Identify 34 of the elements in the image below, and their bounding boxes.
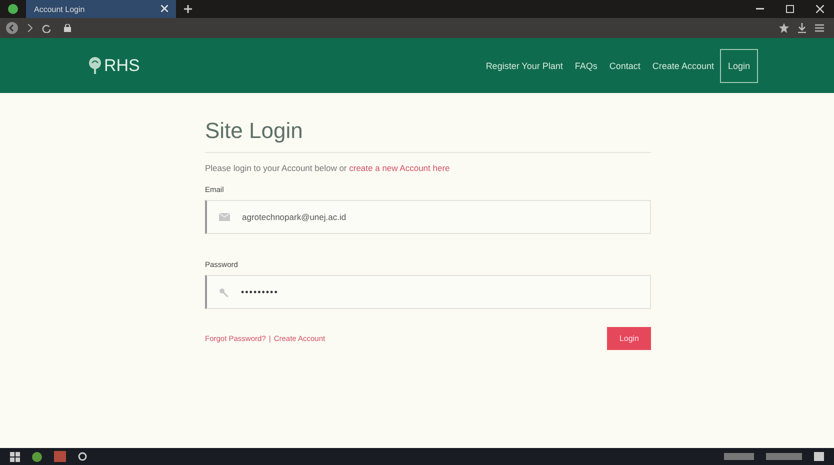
key-icon [219, 288, 229, 296]
input-text[interactable]: ••••••••• [241, 287, 638, 297]
download-icon[interactable] [798, 23, 806, 33]
browser-icon[interactable] [8, 4, 18, 14]
start-icon[interactable] [10, 452, 20, 462]
minimize-icon[interactable] [756, 8, 764, 10]
new-tab-icon[interactable] [184, 5, 192, 13]
app-icon[interactable] [78, 452, 87, 461]
nav-link[interactable]: Register Your Plant [480, 50, 569, 80]
email-field[interactable]: agrotechnopark@unej.ac.id [205, 200, 651, 234]
login-button[interactable]: Login [607, 327, 651, 350]
reload-icon[interactable] [42, 24, 51, 32]
site-logo[interactable]: RHS [104, 56, 140, 76]
create-account-link[interactable]: create a new Account here [349, 163, 450, 173]
browser-tab[interactable]: Account Login [26, 0, 176, 18]
page-title: Site Login [205, 118, 304, 144]
intro-text: Please login to your Account below or create a new Account here [205, 163, 451, 173]
nav-link[interactable]: Create Account [646, 50, 720, 80]
nav-link[interactable]: Contact [603, 50, 646, 80]
input-text[interactable]: agrotechnopark@unej.ac.id [242, 212, 638, 222]
star-icon[interactable] [779, 23, 789, 33]
nav-link[interactable]: Login [720, 48, 758, 82]
app-icon[interactable] [32, 452, 42, 462]
envelope-icon [219, 213, 230, 221]
forward-icon[interactable] [27, 24, 33, 32]
menu-icon[interactable] [815, 24, 824, 32]
lock-icon [64, 24, 71, 32]
maximize-icon[interactable] [786, 5, 794, 13]
back-icon[interactable] [6, 22, 18, 34]
close-icon[interactable] [816, 5, 824, 13]
close-icon[interactable] [161, 4, 168, 14]
plant-logo-icon [88, 57, 102, 74]
nav-link[interactable]: FAQs [568, 50, 604, 80]
password-field[interactable]: ••••••••• [205, 275, 651, 309]
